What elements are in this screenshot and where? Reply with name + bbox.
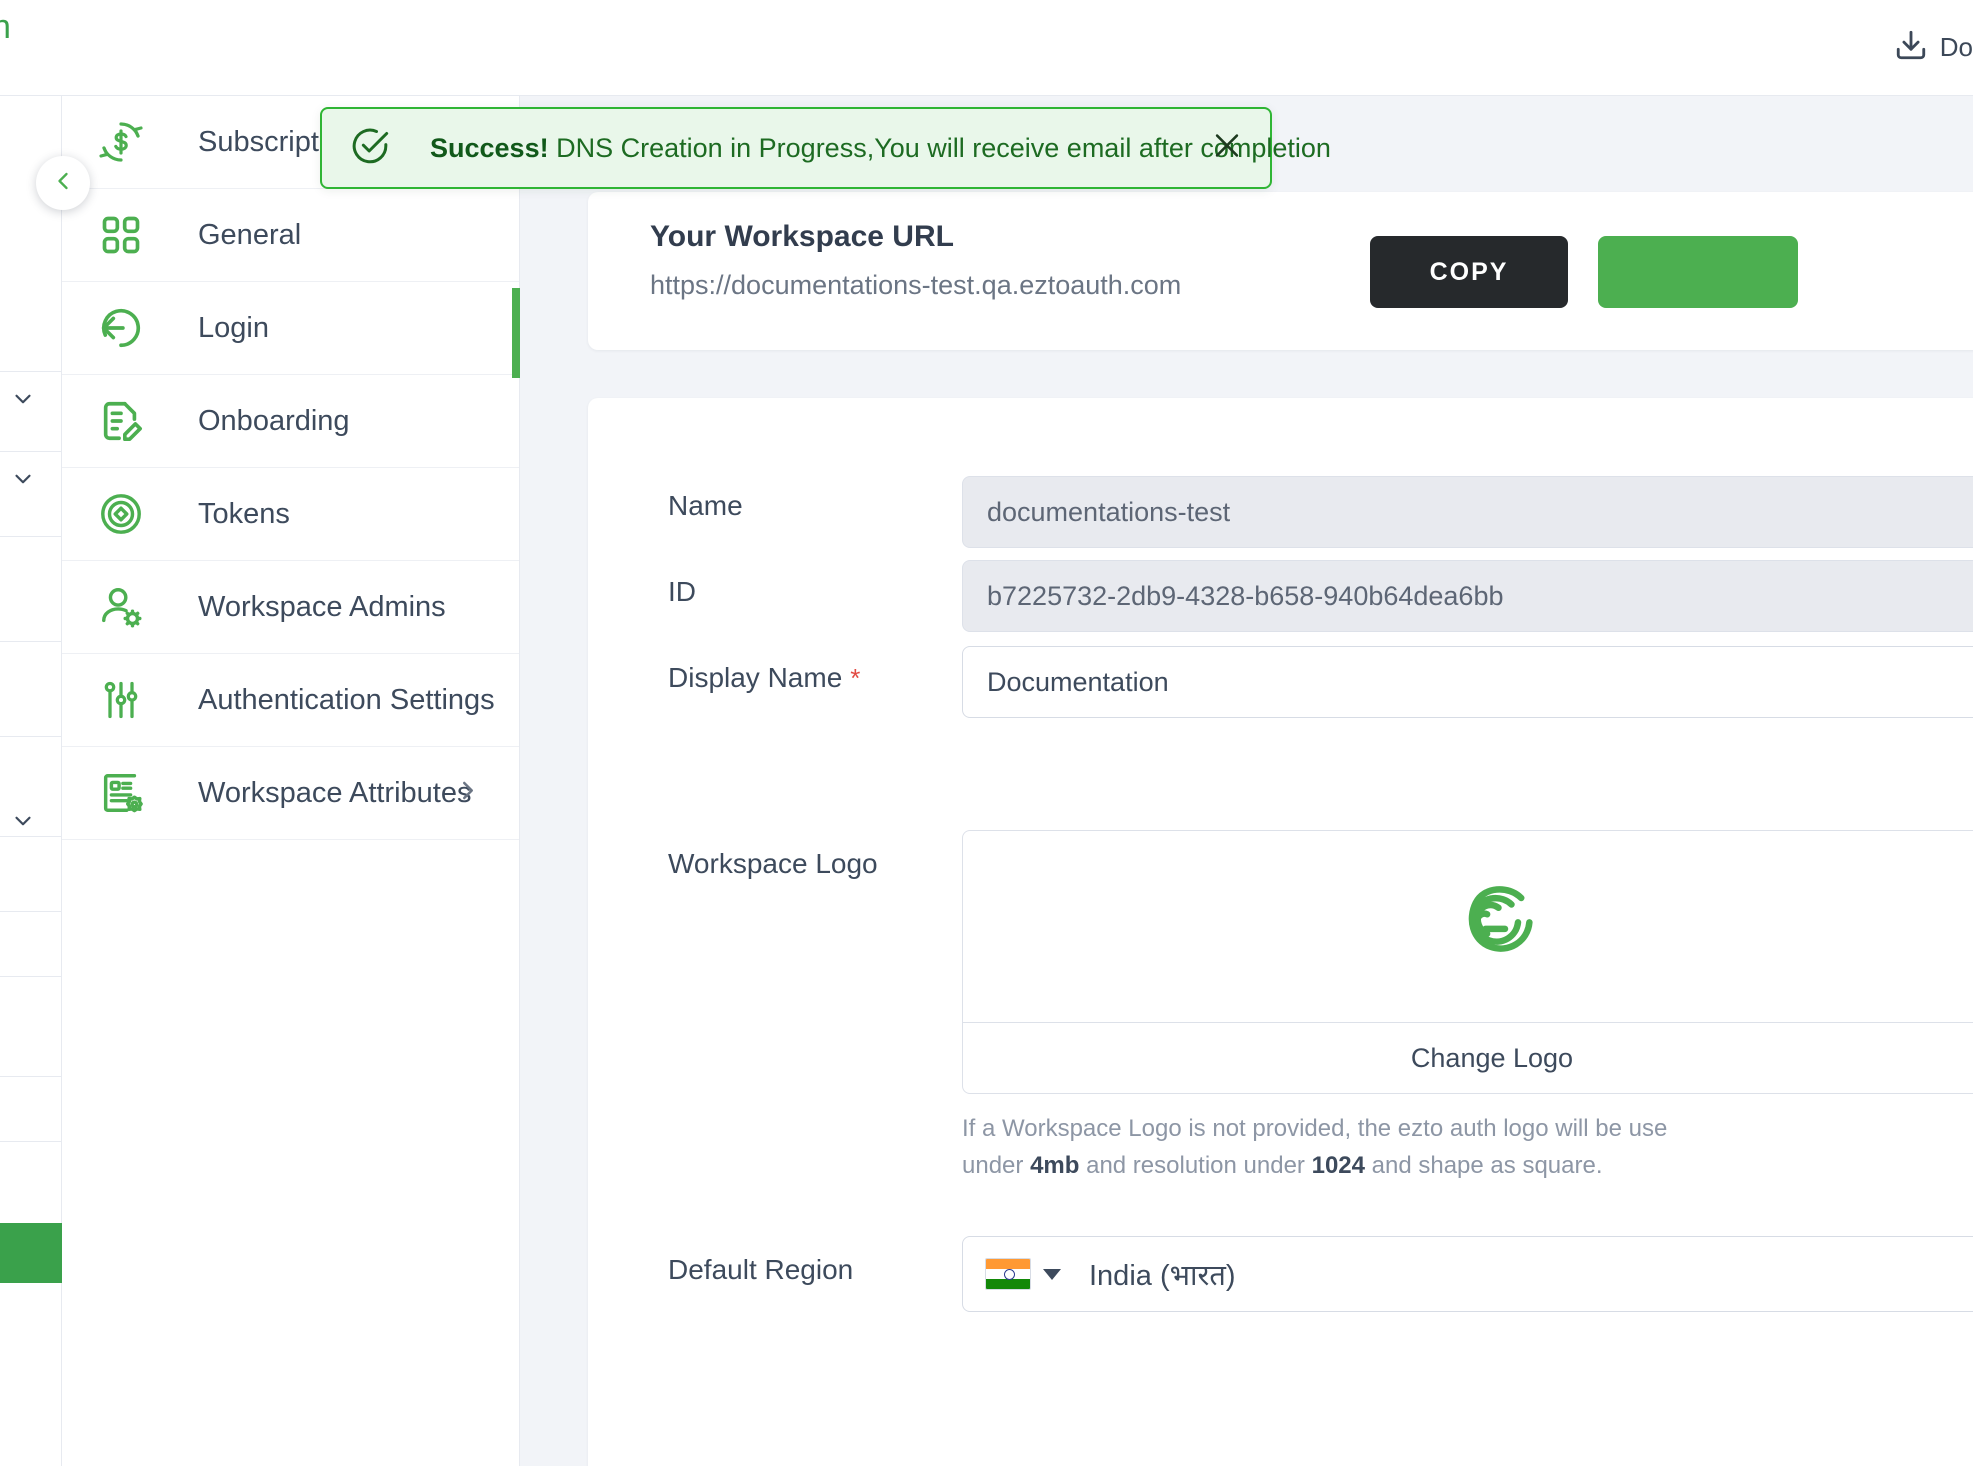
rail-divider bbox=[0, 976, 62, 977]
sidebar-item-label: Authentication Settings bbox=[198, 683, 495, 716]
india-flag-icon bbox=[985, 1258, 1031, 1290]
rail-divider bbox=[0, 736, 62, 737]
logo-help-line2-e: and shape as square. bbox=[1364, 1152, 1603, 1180]
brand-logo-text: h bbox=[0, 8, 12, 46]
sidebar-item-general[interactable]: General bbox=[62, 189, 519, 282]
chevron-right-icon[interactable] bbox=[453, 776, 483, 811]
id-input[interactable]: b7225732-2db9-4328-b658-940b64dea6bb bbox=[962, 560, 1973, 632]
logo-help-resolution: 1024 bbox=[1311, 1152, 1365, 1180]
caret-down-icon bbox=[1043, 1268, 1061, 1280]
default-region-select[interactable]: India (भारत) bbox=[962, 1236, 1973, 1312]
field-label-default-region: Default Region bbox=[668, 1254, 854, 1285]
check-circle-icon bbox=[350, 126, 390, 171]
logo-help-size: 4mb bbox=[1030, 1152, 1080, 1180]
outer-nav-rail bbox=[0, 96, 62, 1466]
field-label-name: Name bbox=[668, 490, 743, 521]
rail-divider bbox=[0, 1076, 62, 1077]
rail-divider bbox=[0, 836, 62, 837]
workspace-url-title: Your Workspace URL bbox=[650, 220, 954, 253]
rail-divider bbox=[0, 1141, 62, 1142]
download-button[interactable]: Do bbox=[1894, 28, 1973, 67]
workspace-settings-form: Name documentations-test ID b7225732-2db… bbox=[588, 398, 1973, 1466]
sidebar-item-workspace-admins[interactable]: Workspace Admins bbox=[62, 561, 519, 654]
workspace-logo-help-text: If a Workspace Logo is not provided, the… bbox=[962, 1110, 1973, 1184]
sidebar-item-label: Workspace Admins bbox=[198, 590, 446, 623]
subscription-dollar-icon bbox=[94, 118, 148, 166]
document-edit-icon bbox=[94, 398, 148, 444]
settings-sidebar: Subscription General Login Onboarding To… bbox=[62, 96, 520, 1466]
sidebar-active-indicator bbox=[512, 288, 520, 378]
sidebar-item-authentication-settings[interactable]: Authentication Settings bbox=[62, 654, 519, 747]
field-label-workspace-logo: Workspace Logo bbox=[668, 848, 878, 879]
logo-help-line2-c: and resolution under bbox=[1079, 1152, 1312, 1180]
sidebar-item-workspace-attributes[interactable]: Workspace Attributes bbox=[62, 747, 519, 840]
required-marker: * bbox=[850, 663, 861, 693]
rail-divider bbox=[0, 451, 62, 452]
chevron-left-icon bbox=[49, 167, 77, 200]
logo-help-line1: If a Workspace Logo is not provided, the… bbox=[962, 1115, 1668, 1142]
toast-message: Success! DNS Creation in Progress,You wi… bbox=[430, 133, 1331, 164]
sidebar-item-onboarding[interactable]: Onboarding bbox=[62, 375, 519, 468]
grid-squares-icon bbox=[94, 213, 148, 257]
sidebar-item-label: Onboarding bbox=[198, 404, 350, 437]
logo-help-line2-a: under bbox=[962, 1152, 1031, 1180]
primary-action-button[interactable] bbox=[1598, 236, 1798, 308]
sidebar-collapse-button[interactable] bbox=[36, 156, 90, 210]
download-label: Do bbox=[1939, 32, 1973, 62]
field-label-display-name: Display Name * bbox=[668, 662, 860, 694]
rail-divider bbox=[0, 536, 62, 537]
field-label-id: ID bbox=[668, 576, 696, 607]
workspace-url-card: Your Workspace URL https://documentation… bbox=[588, 192, 1973, 350]
document-badge-icon bbox=[94, 770, 148, 816]
top-bar: h Do bbox=[0, 0, 1973, 96]
sliders-icon bbox=[94, 678, 148, 722]
main-content: Your Workspace URL https://documentation… bbox=[520, 96, 1973, 1466]
rail-divider bbox=[0, 371, 62, 372]
sidebar-item-label: Tokens bbox=[198, 497, 290, 530]
display-name-input[interactable]: Documentation bbox=[962, 646, 1973, 718]
workspace-url-value: https://documentations-test.qa.eztoauth.… bbox=[650, 270, 1182, 300]
field-label-display-name-text: Display Name bbox=[668, 662, 843, 693]
rail-divider bbox=[0, 641, 62, 642]
change-logo-button[interactable]: Change Logo bbox=[962, 1022, 1973, 1094]
rail-expand-chevron-3[interactable] bbox=[10, 808, 36, 834]
copy-button[interactable]: COPY bbox=[1370, 236, 1568, 308]
sidebar-item-label: Workspace Attributes bbox=[198, 776, 472, 809]
name-input[interactable]: documentations-test bbox=[962, 476, 1973, 548]
sidebar-item-tokens[interactable]: Tokens bbox=[62, 468, 519, 561]
toast-bold-prefix: Success! bbox=[430, 132, 549, 163]
rail-green-action-chip[interactable] bbox=[0, 1223, 62, 1283]
sidebar-item-login[interactable]: Login bbox=[62, 282, 519, 375]
success-toast: Success! DNS Creation in Progress,You wi… bbox=[320, 107, 1331, 189]
rail-divider bbox=[0, 911, 62, 912]
close-icon[interactable] bbox=[1210, 129, 1244, 168]
sidebar-item-label: Login bbox=[198, 311, 269, 344]
target-rings-icon bbox=[94, 491, 148, 537]
ezto-auth-logo bbox=[1440, 872, 1544, 981]
download-icon bbox=[1894, 28, 1928, 67]
sidebar-item-label: General bbox=[198, 218, 302, 251]
workspace-logo-preview bbox=[962, 830, 1973, 1022]
login-arrow-icon bbox=[94, 305, 148, 351]
rail-expand-chevron-1[interactable] bbox=[10, 386, 36, 412]
rail-expand-chevron-2[interactable] bbox=[10, 466, 36, 492]
default-region-value: India (भारत) bbox=[1089, 1259, 1236, 1292]
user-gear-icon bbox=[94, 584, 148, 630]
